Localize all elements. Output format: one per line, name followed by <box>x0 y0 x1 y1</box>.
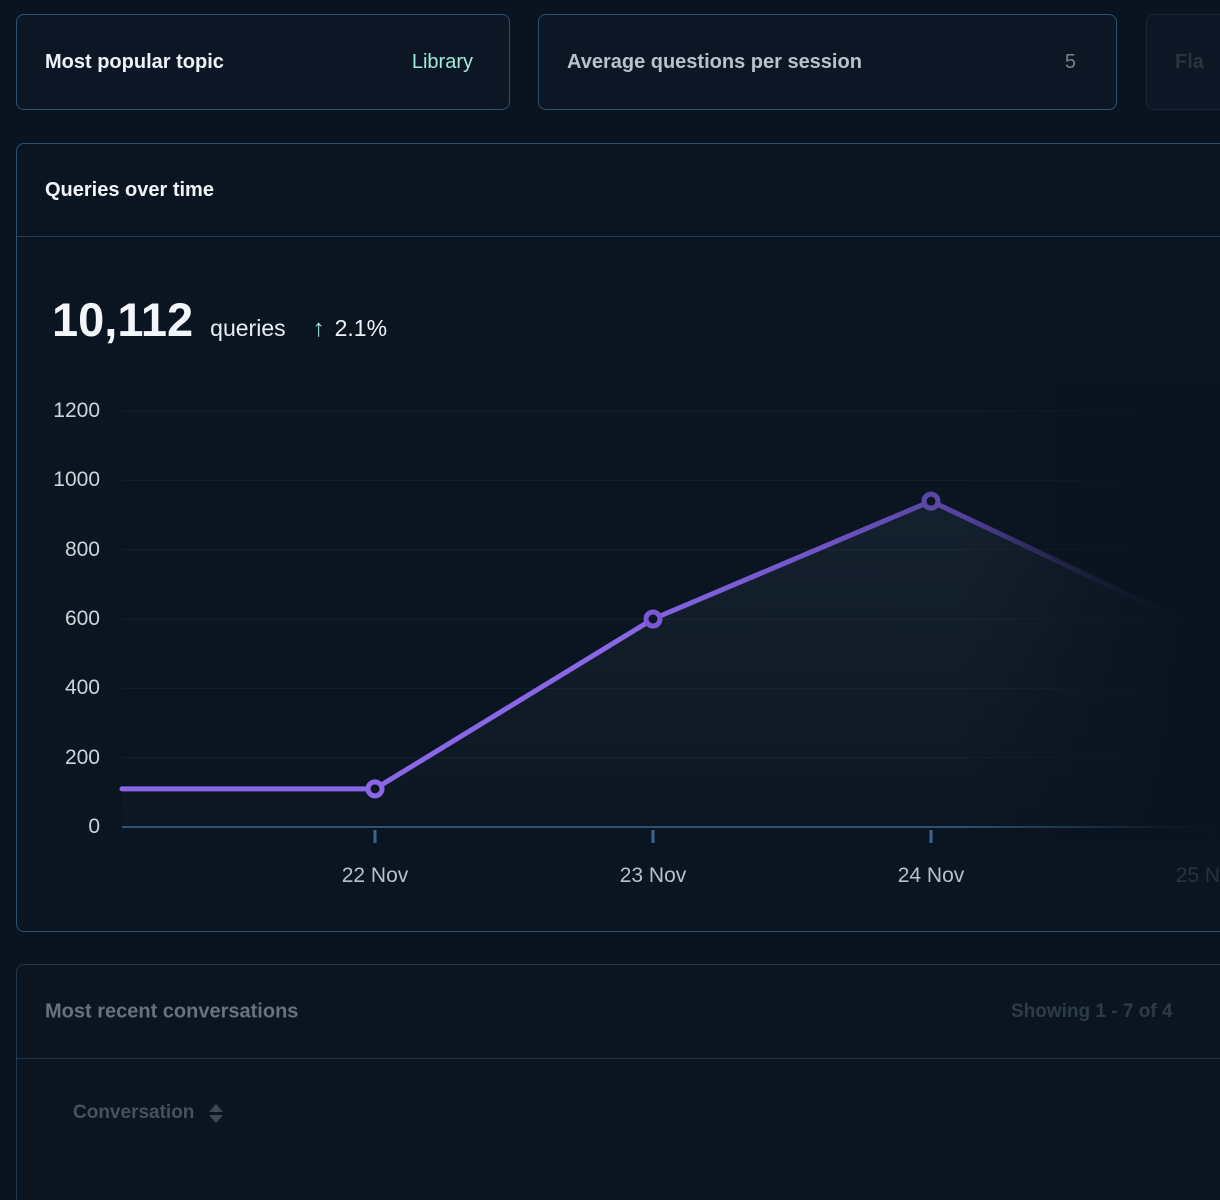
conversations-card-header: Most recent conversations Showing 1 - 7 … <box>17 965 1220 1059</box>
column-header-label: Conversation <box>73 1102 194 1124</box>
stat-card-flagged-clipped: Fla <box>1146 14 1220 110</box>
chart-card-header: Queries over time <box>17 144 1220 237</box>
sort-icon[interactable] <box>209 1104 223 1123</box>
stat-card-average-questions: Average questions per session 5 <box>538 14 1117 110</box>
conversations-title: Most recent conversations <box>45 1000 298 1023</box>
stat-card-value: 5 <box>1065 51 1076 74</box>
stat-card-label: Most popular topic <box>45 51 224 74</box>
x-axis-tick-label: 25 Nov <box>1139 863 1220 889</box>
trend-percentage: 2.1% <box>335 315 387 342</box>
queries-line-chart <box>0 380 1220 900</box>
recent-conversations-card: Most recent conversations Showing 1 - 7 … <box>16 964 1220 1200</box>
chart-card-title: Queries over time <box>45 179 214 202</box>
column-header-conversation[interactable]: Conversation <box>73 1102 223 1124</box>
x-axis-tick-label: 23 Nov <box>583 863 723 889</box>
x-axis-tick-label: 24 Nov <box>861 863 1001 889</box>
sort-ascending-icon <box>209 1104 223 1112</box>
x-axis-tick-label: 22 Nov <box>305 863 445 889</box>
total-queries-unit: queries <box>210 315 285 342</box>
stat-card-label: Average questions per session <box>567 51 862 74</box>
sort-descending-icon <box>209 1115 223 1123</box>
conversations-table-header: Conversation <box>17 1085 1220 1141</box>
showing-range-text: Showing 1 - 7 of 4 <box>1011 1001 1173 1023</box>
stat-card-most-popular-topic: Most popular topic Library <box>16 14 510 110</box>
trend-up-icon: ↑ <box>313 315 325 343</box>
chart-stat-line: 10,112 queries ↑ 2.1% <box>52 296 387 343</box>
total-queries-value: 10,112 <box>52 296 193 343</box>
stat-card-label: Fla <box>1175 51 1204 74</box>
stat-card-value: Library <box>412 51 473 74</box>
analytics-dashboard: Most popular topic Library Average quest… <box>0 0 1220 1200</box>
